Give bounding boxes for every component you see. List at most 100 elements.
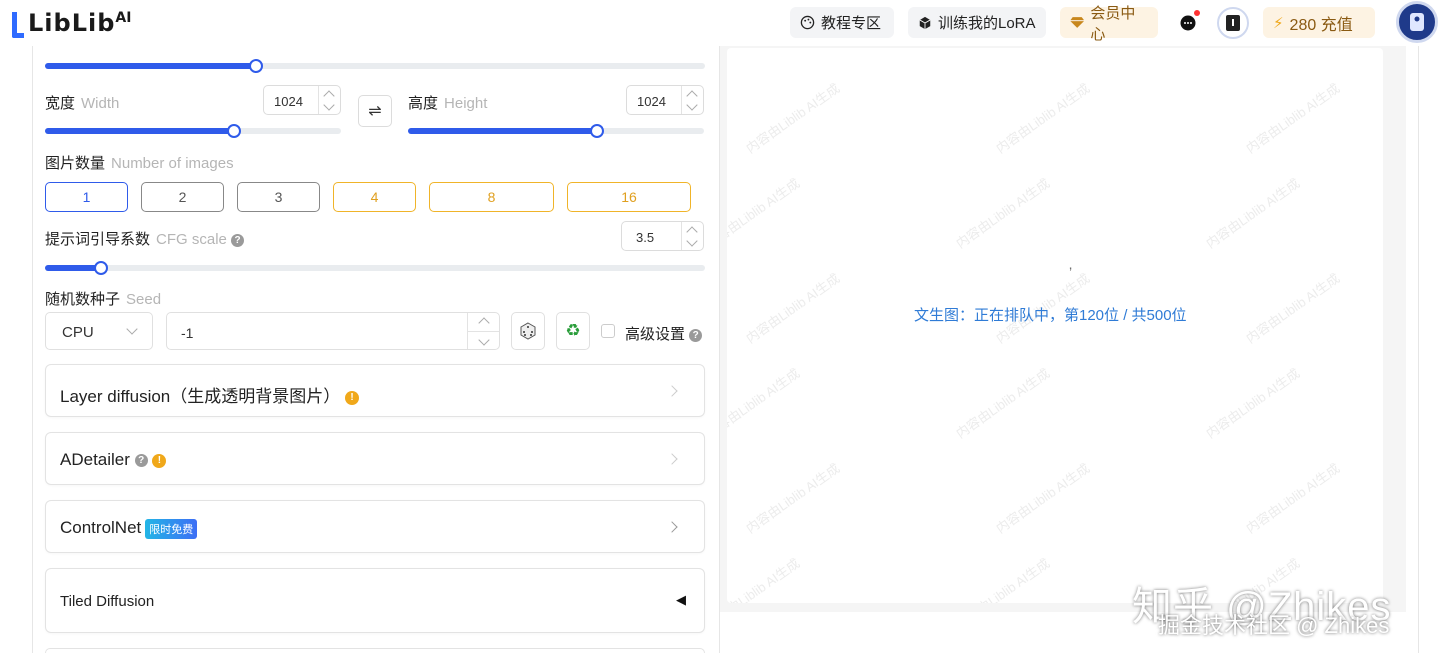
height-slider-fill (408, 128, 598, 134)
tiled-diffusion-panel[interactable]: Tiled Diffusion ◀ (45, 568, 705, 633)
cfg-stepper[interactable] (681, 222, 703, 250)
chat-icon (1180, 15, 1196, 31)
layer-diffusion-title-text: Layer diffusion（生成透明背景图片） (60, 387, 341, 406)
recycle-icon: ♻ (565, 321, 581, 340)
preview-watermark-text: 内容由Liblib AI生成 (1243, 80, 1343, 157)
chevron-down-icon[interactable] (323, 99, 335, 111)
preview-watermark-text: 内容由Liblib AI生成 (1203, 175, 1303, 252)
seed-device-select[interactable]: CPU (45, 312, 153, 350)
swap-dimensions-button[interactable]: ⇌ (358, 95, 392, 127)
preview-watermark-text: 内容由Liblib AI生成 (743, 460, 843, 537)
collapse-triangle-icon[interactable]: ◀ (676, 592, 686, 608)
image-count-label-text: 图片数量 (45, 155, 106, 172)
preview-watermark-text: 内容由Liblib AI生成 (743, 80, 843, 157)
notification-dot (1194, 10, 1200, 16)
layer-diffusion-panel[interactable]: Layer diffusion（生成透明背景图片） ! (45, 364, 705, 417)
width-label-sub: Width (81, 95, 120, 112)
seed-input[interactable]: -1 (166, 312, 500, 350)
advanced-settings-label: 高级设置 ? (625, 323, 703, 344)
nav-train-lora-button[interactable]: 训练我的LoRA (908, 7, 1046, 38)
cfg-scale-input[interactable]: 3.5 (621, 221, 704, 251)
preview-watermark-text: 内容由Liblib AI生成 (1203, 365, 1303, 442)
image-count-option-16[interactable]: 16 (567, 182, 691, 212)
preview-watermark-text: 内容由Liblib AI生成 (953, 365, 1053, 442)
image-count-option-4[interactable]: 4 (333, 182, 416, 212)
user-avatar[interactable] (1396, 1, 1438, 43)
nav-membership-button[interactable]: 会员中心 (1060, 5, 1158, 43)
width-label: 宽度 Width (45, 92, 119, 113)
seed-value: -1 (181, 325, 194, 341)
height-value: 1024 (637, 94, 666, 109)
cfg-scale-slider[interactable] (45, 261, 705, 275)
height-label: 高度 Height (408, 92, 487, 113)
credits-recharge-button[interactable]: ⚡ 280 充值 (1263, 7, 1375, 38)
seed-stepper[interactable] (467, 313, 499, 349)
warning-icon: ! (345, 390, 359, 405)
credits-label: 280 充值 (1289, 16, 1353, 34)
preview-watermark-text: 内容由Liblib AI生成 (727, 555, 803, 603)
cfg-slider-thumb[interactable] (94, 261, 109, 275)
logo-mark-icon (12, 12, 24, 38)
chat-button[interactable] (1172, 7, 1204, 39)
app-root: LibLib AI 教程专区 训练我的LoRA 会员中心 ⚡ 280 充值 宽度… (0, 0, 1440, 653)
image-count-option-2[interactable]: 2 (141, 182, 224, 212)
diamond-icon (1070, 17, 1085, 28)
layer-diffusion-title: Layer diffusion（生成透明背景图片） ! (60, 382, 359, 407)
liblib-logo[interactable]: LibLib AI (12, 8, 131, 38)
height-label-sub: Height (444, 95, 488, 112)
top-bar: LibLib AI 教程专区 训练我的LoRA 会员中心 ⚡ 280 充值 (0, 0, 1440, 46)
nav-tutorials-button[interactable]: 教程专区 (790, 7, 894, 38)
preview-watermark-text: 内容由Liblib AI生成 (953, 175, 1053, 252)
swap-icon: ⇌ (368, 103, 382, 120)
preview-watermark-text: 内容由Liblib AI生成 (993, 80, 1093, 157)
preview-watermark-text: 内容由Liblib AI生成 (953, 555, 1053, 603)
chevron-down-icon[interactable] (478, 334, 490, 346)
steps-slider[interactable] (45, 59, 705, 73)
help-icon[interactable]: ? (231, 233, 245, 247)
steps-slider-fill (45, 63, 257, 69)
notice-button[interactable] (1217, 7, 1249, 39)
chevron-up-icon[interactable] (478, 317, 490, 329)
preview-watermark-text: 内容由Liblib AI生成 (1243, 460, 1343, 537)
height-input[interactable]: 1024 (626, 85, 704, 115)
preview-canvas: 内容由Liblib AI生成 内容由Liblib AI生成 内容由Liblib AI… (727, 48, 1383, 603)
chevron-down-icon[interactable] (686, 99, 698, 111)
warning-icon: ! (152, 453, 167, 468)
random-seed-button[interactable] (511, 312, 545, 350)
preview-watermark-text: 内容由Liblib AI生成 (1243, 270, 1343, 347)
image-count-label-sub: Number of images (111, 155, 234, 172)
help-icon[interactable]: ? (689, 328, 703, 342)
height-stepper[interactable] (681, 86, 703, 114)
width-input[interactable]: 1024 (263, 85, 341, 115)
width-value: 1024 (274, 94, 303, 109)
preview-watermark-text: 内容由Liblib AI生成 (743, 270, 843, 347)
adetailer-panel[interactable]: ADetailer ? ! (45, 432, 705, 485)
help-icon[interactable]: ? (134, 454, 148, 468)
image-count-option-3[interactable]: 3 (237, 182, 320, 212)
image-count-option-1[interactable]: 1 (45, 182, 128, 212)
chevron-right-icon[interactable] (666, 521, 678, 533)
controlnet-title-text: ControlNet (60, 518, 142, 537)
notice-icon (1226, 15, 1240, 31)
chevron-down-icon (126, 323, 138, 335)
tiled-diffusion-title: Tiled Diffusion (60, 593, 155, 610)
height-slider[interactable] (408, 124, 704, 138)
advanced-settings-checkbox[interactable] (601, 324, 615, 338)
preview-watermark-text: 内容由Liblib AI生成 (727, 175, 803, 252)
chevron-down-icon[interactable] (686, 235, 698, 247)
reuse-seed-button[interactable]: ♻ (556, 312, 590, 350)
advanced-label-text: 高级设置 (625, 326, 686, 343)
image-count-option-8[interactable]: 8 (429, 182, 554, 212)
controlnet-title: ControlNet 限时免费 (60, 518, 198, 539)
logo-ai: AI (115, 10, 132, 26)
width-slider[interactable] (45, 124, 341, 138)
chevron-right-icon[interactable] (666, 453, 678, 465)
seed-device-value: CPU (62, 324, 94, 341)
cfg-slider-fill (45, 265, 102, 271)
controlnet-panel[interactable]: ControlNet 限时免费 (45, 500, 705, 553)
nav-membership-label: 会员中心 (1090, 4, 1136, 43)
chevron-right-icon[interactable] (666, 385, 678, 397)
width-stepper[interactable] (318, 86, 340, 114)
adetailer-title-text: ADetailer (60, 450, 130, 469)
free-badge: 限时免费 (145, 518, 198, 539)
